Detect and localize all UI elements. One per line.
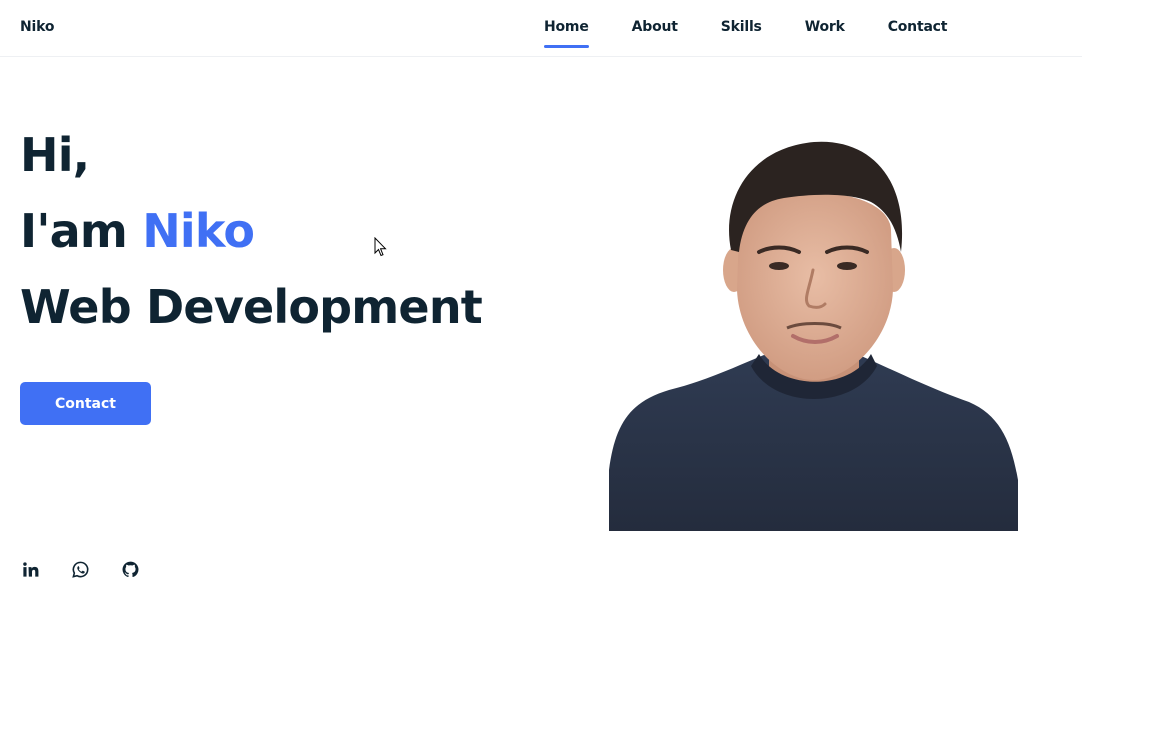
nav-work[interactable]: Work [805, 0, 845, 57]
hero-role: Web Development [20, 280, 483, 334]
site-logo[interactable]: Niko [20, 19, 54, 35]
whatsapp-icon[interactable] [70, 559, 91, 580]
contact-button[interactable]: Contact [20, 382, 151, 425]
hero-name: Niko [142, 204, 255, 258]
nav-contact[interactable]: Contact [888, 0, 948, 57]
nav-home[interactable]: Home [544, 0, 589, 57]
nav-skills[interactable]: Skills [721, 0, 762, 57]
linkedin-icon[interactable] [20, 559, 41, 580]
github-icon[interactable] [120, 559, 141, 580]
main-nav: Home About Skills Work Contact [544, 0, 947, 57]
mouse-cursor-icon [374, 237, 387, 257]
social-links [20, 559, 170, 580]
hero-intro: I'am Niko [20, 208, 255, 254]
nav-about[interactable]: About [632, 0, 678, 57]
hero-intro-prefix: I'am [20, 204, 143, 258]
site-header: Niko Home About Skills Work Contact [0, 0, 1082, 57]
hero-greeting: Hi, [20, 128, 90, 182]
portrait-photo [609, 140, 1018, 531]
